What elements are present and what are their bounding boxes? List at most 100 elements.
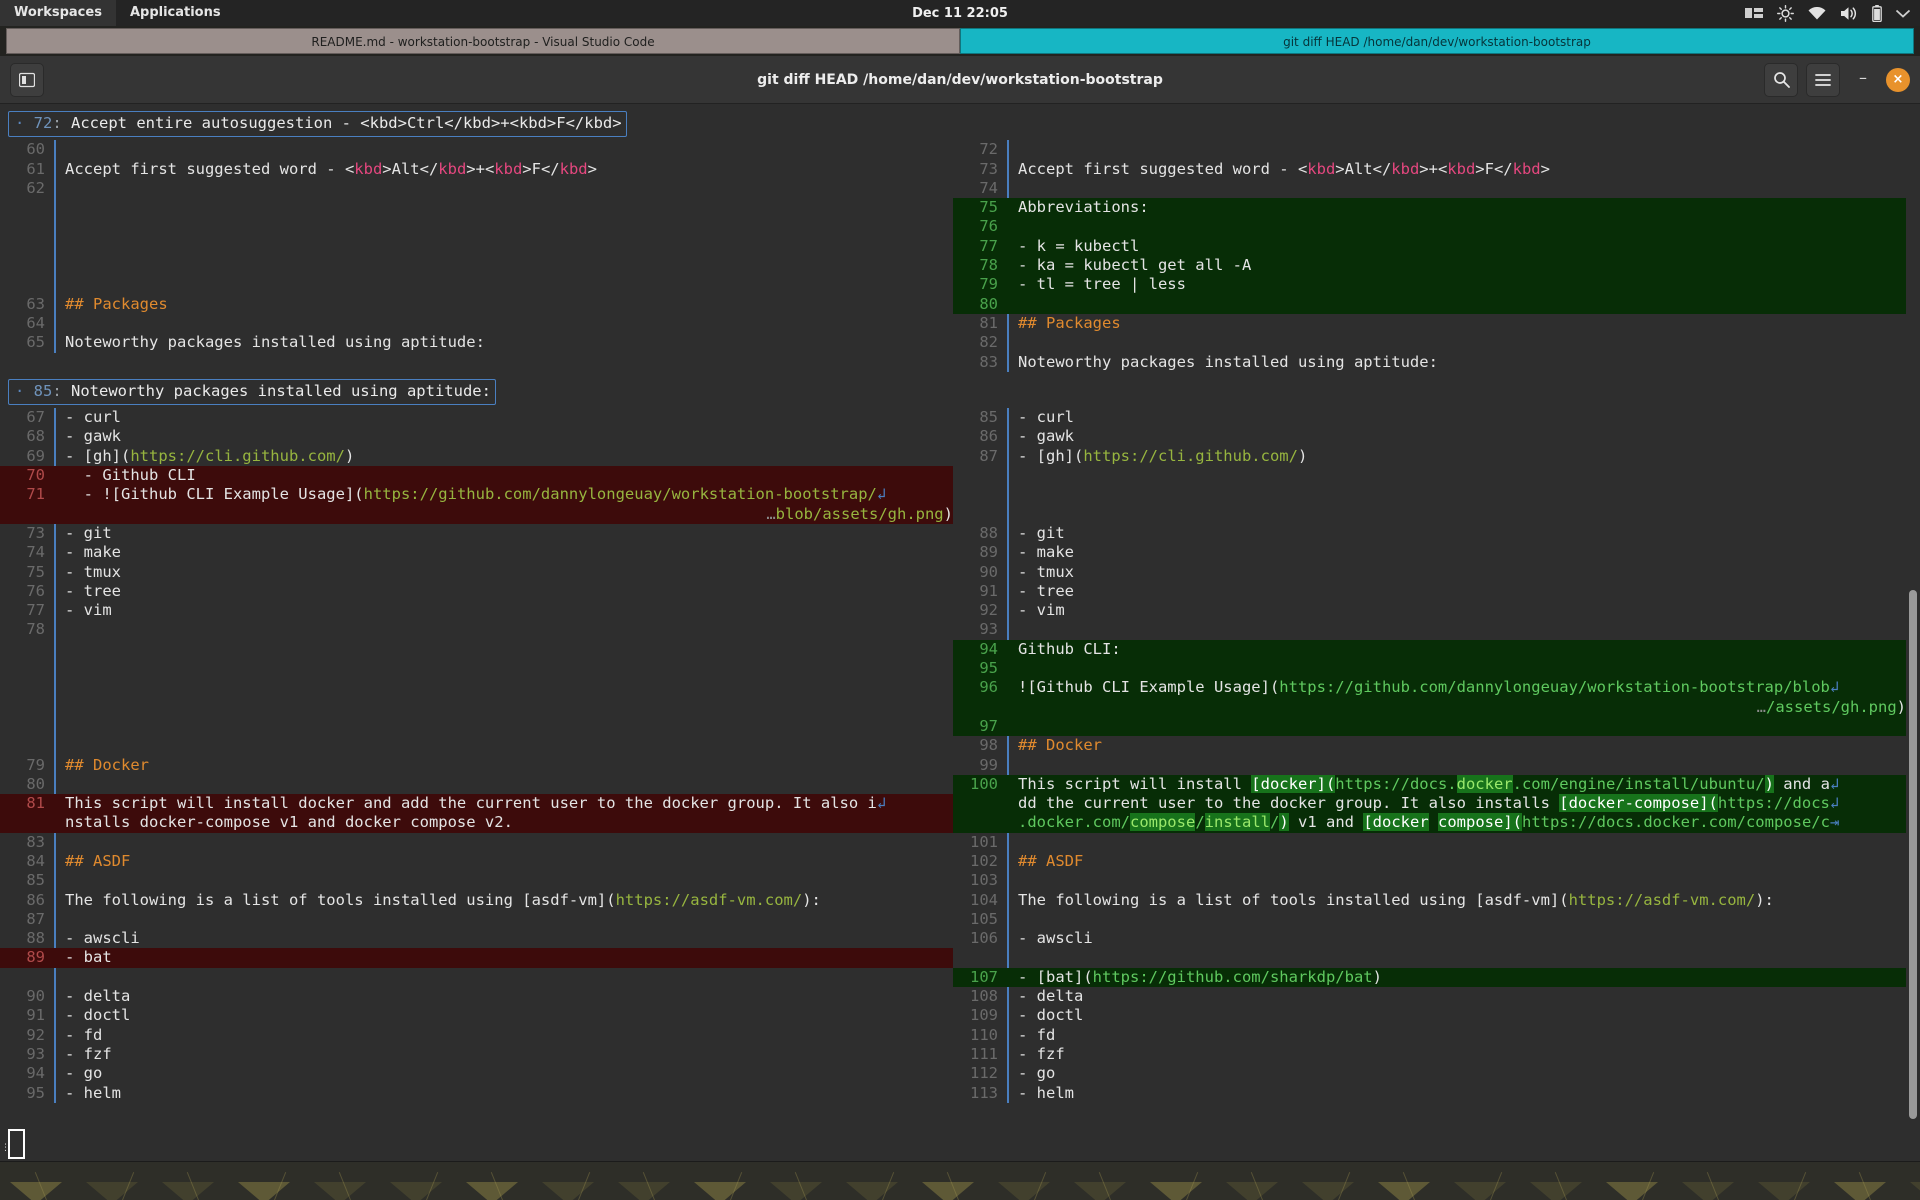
line-number: 93 <box>26 1044 45 1063</box>
line-gutter-bar <box>1007 871 1009 891</box>
code-token: - vim <box>65 601 112 620</box>
brightness-icon[interactable] <box>1777 4 1794 22</box>
line-text <box>63 198 953 217</box>
line-gutter-bar <box>1007 427 1009 447</box>
hunk-header-part: 72 <box>33 114 53 132</box>
line-text: Abbreviations: <box>1016 198 1906 217</box>
line-number: 106 <box>970 929 998 948</box>
diff-line: …/assets/gh.png) <box>953 697 1906 717</box>
line-gutter-bar <box>1007 543 1009 563</box>
wifi-icon[interactable] <box>1808 6 1826 20</box>
clock: Dec 11 22:05 <box>912 5 1008 21</box>
code-token: - gawk <box>1018 427 1074 446</box>
task-button-vscode[interactable]: README.md - workstation-bootstrap - Visu… <box>6 28 960 54</box>
diff-pane-right[interactable]: 85 - curl 86 - gawk 87 - [gh](https://cli.git… <box>953 408 1906 1103</box>
wallpaper-chevron <box>1910 1182 1920 1200</box>
diff-line: 98 ## Docker <box>953 736 1906 756</box>
diff-line: 92 - fd <box>0 1025 953 1045</box>
diff-line <box>0 198 953 218</box>
hunk-header-part: · <box>15 114 34 132</box>
line-gutter-bar <box>54 987 56 1007</box>
line-text <box>63 256 953 275</box>
code-token: - [bat]( <box>1018 967 1093 986</box>
task-button-git-diff[interactable]: git diff HEAD /home/dan/dev/workstation-… <box>960 28 1914 54</box>
diff-content[interactable]: · 72: Accept entire autosuggestion - <kb… <box>0 104 1906 1161</box>
line-text: - [bat](https://github.com/sharkdp/bat) <box>1016 968 1906 987</box>
pager-icon[interactable] <box>10 62 44 97</box>
code-token: ) <box>344 446 355 465</box>
applications-button[interactable]: Applications <box>116 0 235 26</box>
line-gutter-bar <box>1007 1083 1009 1103</box>
code-token: - awscli <box>1018 929 1093 948</box>
git-diff-window: git diff HEAD /home/dan/dev/workstation-… <box>0 56 1920 1162</box>
volume-icon[interactable] <box>1840 6 1858 21</box>
line-text <box>1016 179 1906 198</box>
line-number: 93 <box>979 620 998 639</box>
line-number: 103 <box>970 871 998 890</box>
line-gutter-bar <box>1007 813 1009 832</box>
line-text: - fd <box>63 1026 953 1045</box>
diff-line: dd the current user to the docker group.… <box>953 794 1906 814</box>
hunk-header-part: : <box>52 381 72 400</box>
close-button[interactable]: × <box>1886 67 1910 92</box>
line-gutter-bar <box>1007 178 1009 199</box>
code-token: kbd <box>438 159 467 178</box>
line-text: - curl <box>1016 408 1906 427</box>
line-text: - fd <box>1016 1026 1906 1045</box>
line-text <box>63 237 953 256</box>
chevron-down-icon[interactable] <box>1896 9 1910 18</box>
line-text: - make <box>63 543 953 562</box>
line-text <box>1016 620 1906 639</box>
search-icon[interactable] <box>1764 62 1798 97</box>
line-text: - tree <box>63 582 953 601</box>
code-token: >Alt</ <box>382 159 439 178</box>
line-gutter-bar <box>1007 140 1009 160</box>
diff-line: 79 - tl = tree | less <box>953 275 1906 295</box>
text-cursor <box>8 1129 25 1159</box>
code-token: https://docs <box>1717 794 1830 813</box>
code-token: - fzf <box>1018 1044 1065 1063</box>
scrollbar-thumb[interactable] <box>1909 590 1917 1119</box>
layout-icon[interactable] <box>1745 7 1763 19</box>
diff-line <box>953 504 1906 524</box>
code-token: - tree <box>65 581 121 600</box>
vertical-scrollbar[interactable] <box>1906 104 1920 1161</box>
diff-pane-left[interactable]: 60 61 Accept first suggested word - <kbd>A… <box>0 140 953 372</box>
line-number: 83 <box>979 352 998 371</box>
battery-icon[interactable] <box>1872 4 1882 22</box>
diff-pane-left[interactable]: 67 - curl 68 - gawk 69 - [gh](https://cli.git… <box>0 408 953 1103</box>
line-number: 78 <box>26 620 45 639</box>
code-token: - vim <box>1018 601 1065 620</box>
diff-pane-right[interactable]: 72 73 Accept first suggested word - <kbd>A… <box>953 140 1906 372</box>
workspaces-button[interactable]: Workspaces <box>0 0 116 26</box>
code-token: ) <box>1372 967 1382 986</box>
line-gutter-bar <box>54 236 56 257</box>
line-gutter-bar <box>54 736 56 756</box>
line-number: 67 <box>26 408 45 427</box>
hamburger-menu-icon[interactable] <box>1806 62 1840 97</box>
diff-line: 73 Accept first suggested word - <kbd>Alt… <box>953 159 1906 179</box>
diff-line: 62 <box>0 178 953 199</box>
wallpaper-chevron <box>314 1182 366 1200</box>
code-token: ## Docker <box>65 755 149 774</box>
line-number <box>0 736 54 755</box>
line-text: - awscli <box>63 929 953 948</box>
minimize-button[interactable]: – <box>1848 65 1878 95</box>
code-token: >+< <box>1419 159 1448 178</box>
line-number <box>953 505 1007 524</box>
code-token: ) <box>1896 697 1906 716</box>
line-number: 87 <box>979 446 998 465</box>
line-gutter-bar <box>54 466 56 485</box>
line-gutter-bar <box>54 794 56 813</box>
line-number: 62 <box>26 178 45 197</box>
code-token: https://asdf-vm.com/ <box>1568 890 1756 909</box>
line-gutter-bar <box>1007 890 1009 910</box>
line-text: This script will install [docker](https:… <box>1016 774 1906 794</box>
line-text: ## Docker <box>1016 736 1906 755</box>
hunk-header[interactable]: · 72: Accept entire autosuggestion - <kb… <box>8 111 627 138</box>
diff-line: 76 - tree <box>0 581 953 602</box>
diff-line <box>953 485 1906 505</box>
hunk-header[interactable]: · 85: Noteworthy packages installed usin… <box>8 378 496 406</box>
line-number: 64 <box>26 313 45 332</box>
line-number: 112 <box>970 1064 998 1083</box>
